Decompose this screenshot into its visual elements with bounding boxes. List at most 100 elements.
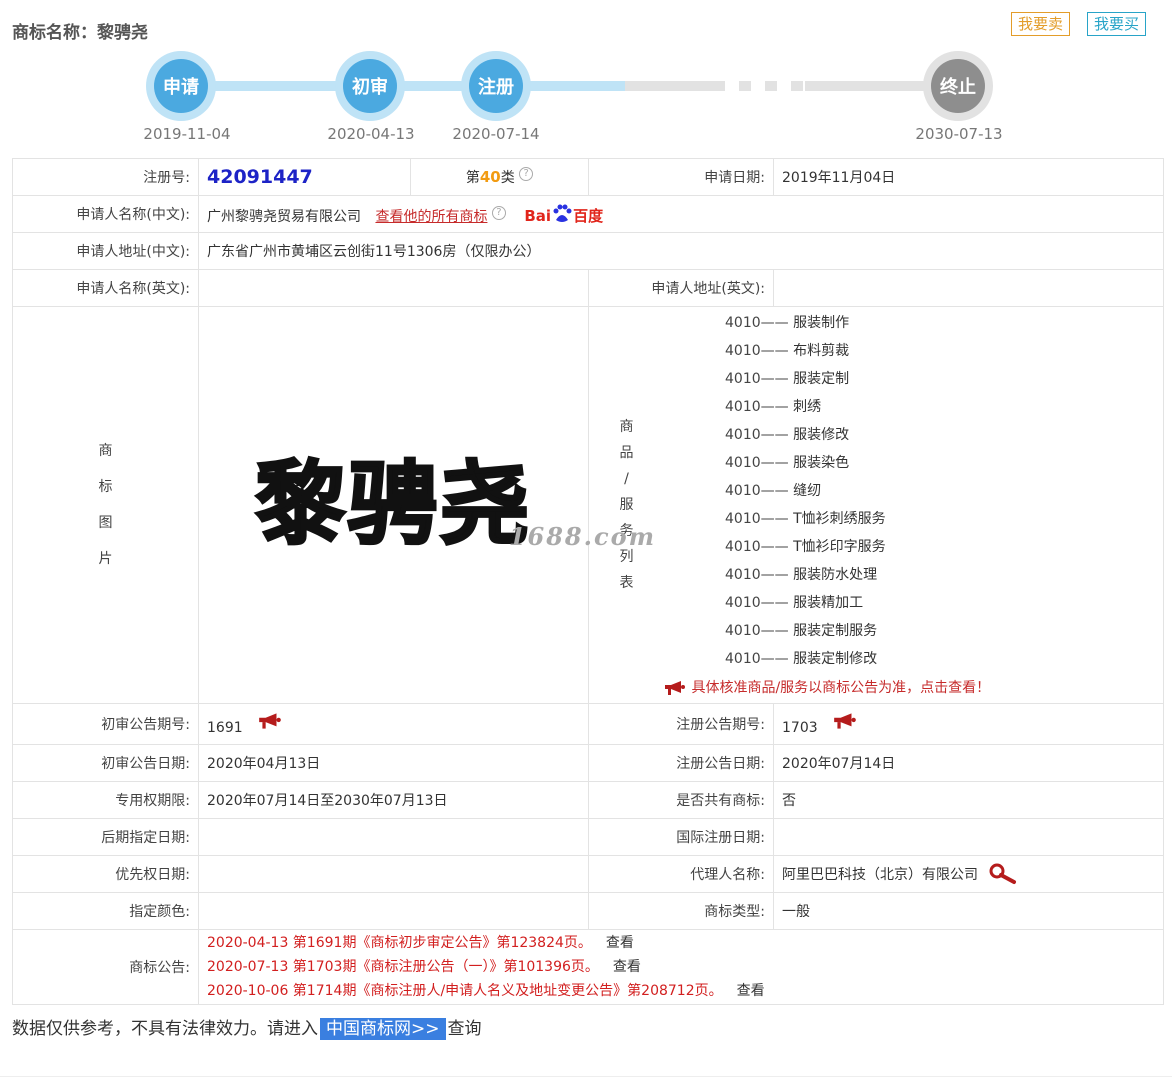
buy-button[interactable]: 我要买 (1087, 12, 1147, 36)
goods-name: 服装修改 (793, 427, 850, 443)
goods-code: 4010—— (725, 595, 789, 611)
goods-code: 4010—— (725, 427, 789, 443)
megaphone-icon[interactable] (257, 712, 283, 730)
trademark-name-title: 商标名称：黎骋尧 (12, 23, 148, 43)
goods-code: 4010—— (725, 343, 789, 359)
image-label-cell: 商 标 图 片 (12, 306, 199, 704)
timeline-date: 2020-07-14 (452, 125, 540, 143)
reg-issue-label: 注册公告期号: (588, 703, 774, 745)
prelim-issue-value: 1691 (207, 720, 243, 736)
goods-code: 4010—— (725, 315, 789, 331)
reg-no-label: 注册号: (12, 158, 199, 196)
baidu-search-icon[interactable]: Bai 百度 (524, 204, 603, 225)
reg-no-value: 42091447 (207, 166, 313, 188)
goods-code: 4010—— (725, 539, 789, 555)
intl-date-label: 国际注册日期: (588, 818, 774, 856)
label-char: 表 (619, 575, 634, 591)
goods-code: 4010—— (725, 651, 789, 667)
trademark-image: 黎骋尧 (254, 451, 532, 559)
notice-list: 2020-04-13 第1691期《商标初步审定公告》第123824页。 查看 2… (198, 929, 1164, 1005)
class-suffix: 类 (500, 170, 515, 186)
disclaimer: 数据仅供参考，不具有法律效力。请进入 中国商标网>> 查询 (12, 1014, 482, 1040)
cn-trademark-link[interactable]: 中国商标网>> (320, 1018, 446, 1040)
goods-name: 缝纫 (793, 483, 822, 499)
class-prefix: 第 (465, 170, 480, 186)
agent-cell: 阿里巴巴科技（北京）有限公司 (773, 855, 1164, 893)
address-cn-value: 广东省广州市黄埔区云创街11号1306房（仅限办公） (198, 232, 1164, 270)
label-char: 服 (619, 497, 634, 513)
notice-view-link[interactable]: 查看 (737, 983, 765, 999)
goods-item: 4010—— 服装定制 (725, 365, 1163, 393)
goods-code: 4010—— (725, 567, 789, 583)
notice-text: 2020-04-13 第1691期《商标初步审定公告》第123824页。 (207, 935, 592, 951)
timeline-step-register: 注册 (461, 51, 531, 121)
timeline-date: 2019-11-04 (143, 125, 231, 143)
notice-view-link[interactable]: 查看 (606, 935, 634, 951)
notice-label: 商标公告: (12, 929, 199, 1005)
later-date-label: 后期指定日期: (12, 818, 199, 856)
notice-item: 2020-07-13 第1703期《商标注册公告（一）》第101396页。 查看 (207, 955, 1155, 979)
goods-name: 服装定制服务 (793, 623, 878, 639)
reg-date-label: 注册公告日期: (588, 744, 774, 782)
goods-code: 4010—— (725, 399, 789, 415)
goods-name: 服装染色 (793, 455, 850, 471)
applicant-en-label: 申请人名称(英文): (12, 269, 199, 307)
notice-item: 2020-10-06 第1714期《商标注册人/申请人名义及地址变更公告》第20… (207, 979, 1155, 1003)
notice-view-link[interactable]: 查看 (613, 959, 641, 975)
exclusive-period-label: 专用权期限: (12, 781, 199, 819)
label-char: 商 (619, 419, 634, 435)
prelim-issue-label: 初审公告期号: (12, 703, 199, 745)
goods-code: 4010—— (725, 483, 789, 499)
disclaimer-suffix: 查询 (447, 1019, 482, 1039)
reg-issue-value: 1703 (782, 720, 818, 736)
image-label: 商 标 图 片 (13, 307, 198, 703)
timeline-step-terminate: 终止 (923, 51, 993, 121)
prelim-date-value: 2020年04月13日 (198, 744, 589, 782)
watermark: 1688.com (508, 522, 656, 551)
type-label: 商标类型: (588, 892, 774, 930)
timeline-progress-line (215, 81, 625, 91)
trademark-image-cell: 黎骋尧 1688.com (198, 306, 654, 704)
timeline-gap-dashes (725, 80, 805, 92)
goods-item: 4010—— 刺绣 (725, 393, 1163, 421)
help-icon[interactable]: ? (519, 167, 534, 182)
megaphone-icon[interactable] (832, 712, 858, 730)
address-en-value (773, 269, 1164, 307)
label-char: 商 (98, 443, 113, 459)
goods-item: 4010—— 缝纫 (725, 477, 1163, 505)
goods-code: 4010—— (725, 371, 789, 387)
color-value (198, 892, 589, 930)
class-number: 40 (479, 168, 501, 186)
sell-button[interactable]: 我要卖 (1011, 12, 1071, 36)
exclusive-period-value: 2020年07月14日至2030年07月13日 (198, 781, 589, 819)
timeline-step-label: 终止 (931, 59, 985, 113)
applicant-cn-cell: 广州黎骋尧贸易有限公司 查看他的所有商标 ? Bai 百度 (198, 195, 1164, 233)
divider (0, 1076, 1172, 1077)
reg-date-value: 2020年07月14日 (773, 744, 1164, 782)
goods-list: 4010—— 服装制作 4010—— 布料剪裁 4010—— 服装定制 4010… (664, 307, 1163, 703)
goods-name: T恤衫刺绣服务 (793, 511, 886, 527)
applicant-cn-label: 申请人名称(中文): (12, 195, 199, 233)
view-all-trademarks-link[interactable]: 查看他的所有商标 (375, 209, 487, 225)
address-cn-label: 申请人地址(中文): (12, 232, 199, 270)
goods-item: 4010—— 服装精加工 (725, 589, 1163, 617)
goods-item: 4010—— 布料剪裁 (725, 337, 1163, 365)
trademark-info-table: 注册号: 42091447 第40类 ? 申请日期: 2019年11月04日 申… (12, 158, 1164, 1005)
help-icon[interactable]: ? (491, 205, 506, 220)
timeline-step-label: 申请 (154, 59, 208, 113)
intl-date-value (773, 818, 1164, 856)
goods-item: 4010—— T恤衫印字服务 (725, 533, 1163, 561)
goods-item: 4010—— 服装定制服务 (725, 617, 1163, 645)
search-icon[interactable] (988, 863, 1018, 885)
goods-name: 服装精加工 (793, 595, 864, 611)
applicant-cn-value: 广州黎骋尧贸易有限公司 (207, 208, 361, 225)
goods-cell: 商 品 / 服 务 列 表 4010—— 服装制作 4010—— 布料剪裁 40… (588, 306, 1164, 704)
notice-item: 2020-04-13 第1691期《商标初步审定公告》第123824页。 查看 (207, 931, 1155, 955)
timeline-date: 2030-07-13 (915, 125, 1003, 143)
goods-notice-link[interactable]: 具体核准商品/服务以商标公告为准，点击查看！ (663, 673, 1163, 703)
timeline-date: 2020-04-13 (327, 125, 415, 143)
goods-item: 4010—— 服装染色 (725, 449, 1163, 477)
label-char: / (624, 471, 629, 487)
reg-issue-cell: 1703 (773, 703, 1164, 745)
goods-name: 服装防水处理 (793, 567, 878, 583)
